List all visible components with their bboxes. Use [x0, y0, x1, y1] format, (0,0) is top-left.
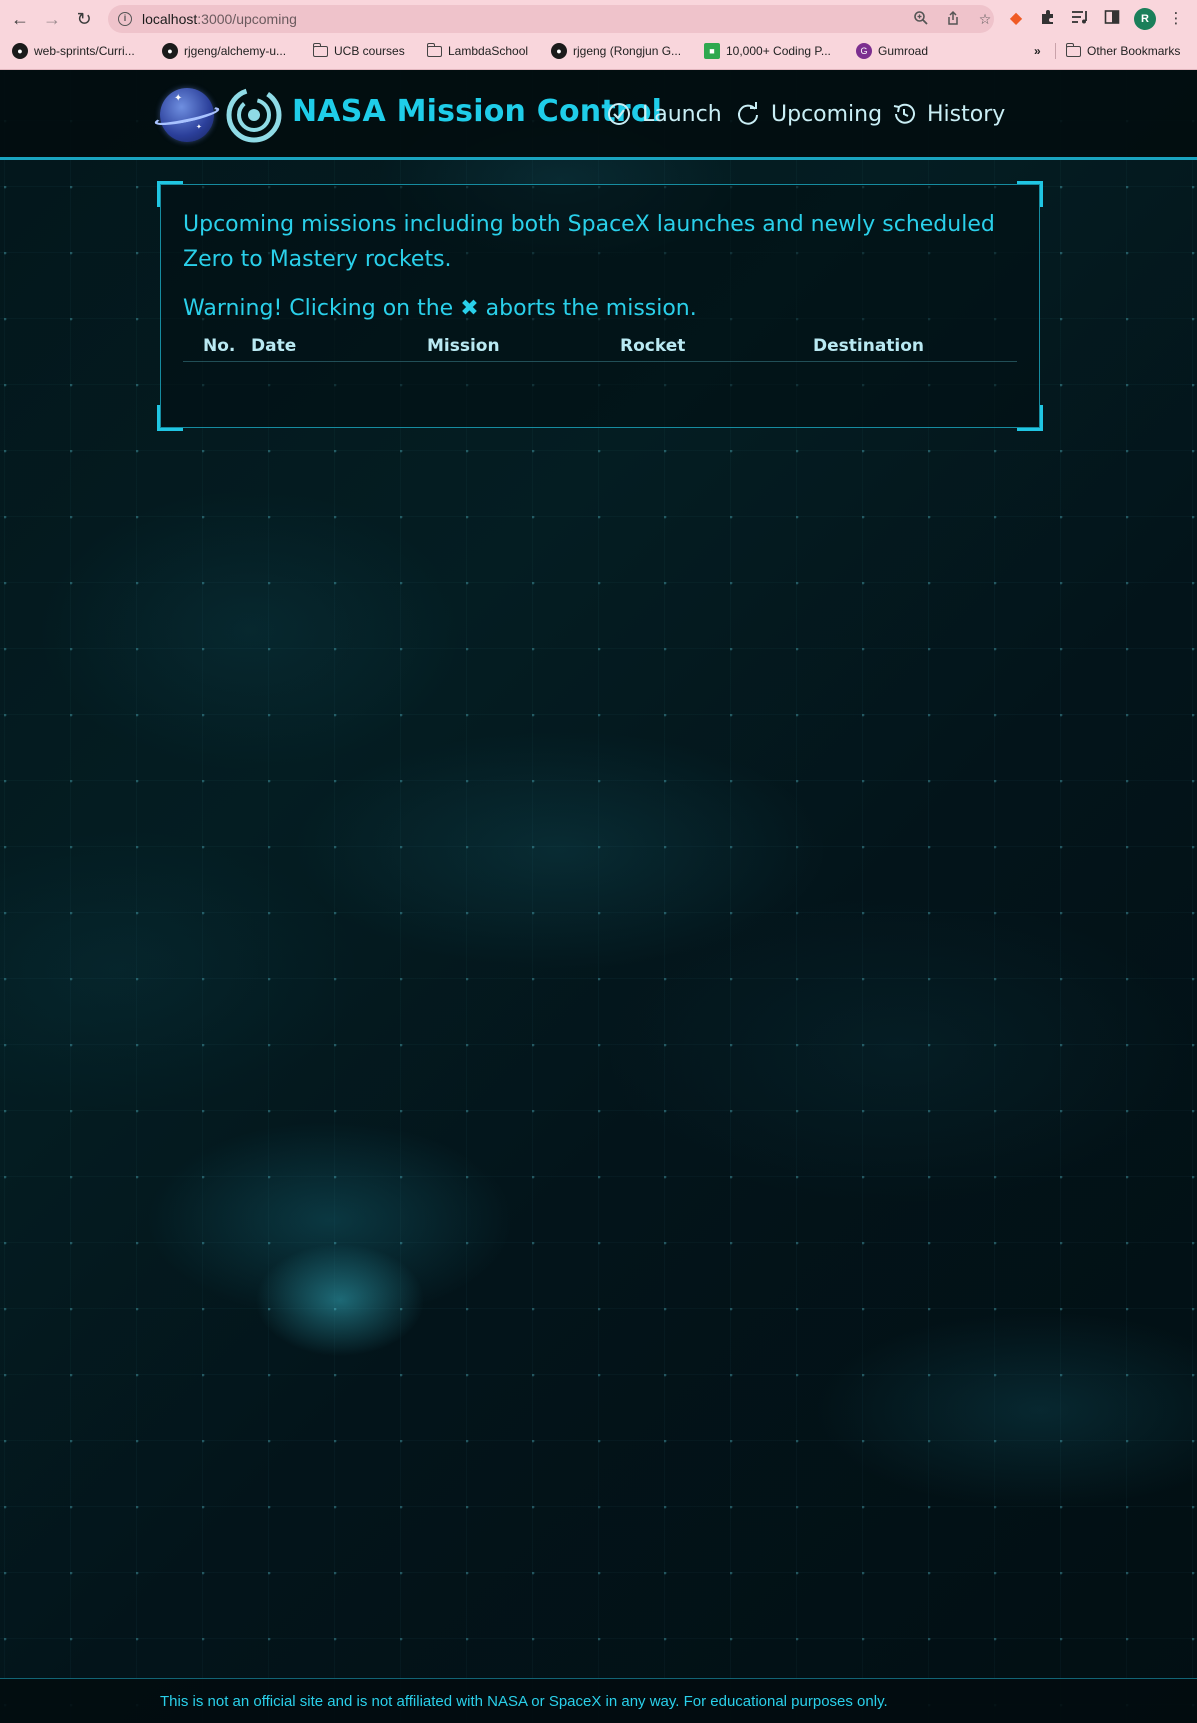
history-icon [893, 103, 915, 124]
bookmarks-overflow-button[interactable]: » [1034, 42, 1041, 60]
bookmark-label: Gumroad [878, 44, 929, 58]
site-footer: This is not an official site and is not … [0, 1678, 1197, 1723]
forward-icon[interactable]: → [40, 7, 64, 31]
folder-icon [312, 42, 328, 57]
bookmark-label: LambdaSchool [448, 44, 529, 58]
other-bookmarks-label: Other Bookmarks [1087, 44, 1181, 58]
url-host: localhost [142, 11, 198, 27]
nav-launch-label: Launch [642, 101, 722, 127]
nav-history-label: History [927, 101, 1006, 127]
extensions-puzzle-icon[interactable] [1038, 9, 1058, 29]
github-icon: ● [551, 43, 567, 59]
bookmark-item[interactable]: ● web-sprints/Curri... [12, 42, 135, 60]
other-bookmarks-button[interactable]: Other Bookmarks [1065, 42, 1181, 60]
reload-icon[interactable]: ↻ [72, 7, 96, 31]
bookmark-item[interactable]: ■ 10,000+ Coding P... [704, 42, 831, 60]
profile-avatar[interactable]: R [1134, 8, 1156, 30]
page-viewport: ✦ ✦ NASA Mission Control Launch Upcoming [0, 70, 1197, 1723]
bookmark-star-icon[interactable]: ☆ [976, 10, 994, 28]
upcoming-missions-table: No. Date Mission Rocket Destination [183, 331, 1017, 362]
warning-suffix: aborts the mission. [485, 296, 697, 321]
target-logo-icon [226, 87, 282, 143]
bookmark-item[interactable]: ● rjgeng (Rongjun G... [551, 42, 681, 60]
nav-upcoming-link[interactable]: Upcoming [735, 96, 882, 132]
bookmark-item[interactable]: UCB courses [312, 42, 405, 60]
coding-problems-icon: ■ [704, 43, 720, 59]
planet-logo-icon: ✦ ✦ [153, 88, 221, 142]
abort-column-header [183, 331, 203, 362]
bookmark-item[interactable]: ● rjgeng/alchemy-u... [162, 42, 286, 60]
address-bar[interactable]: i localhost:3000/upcoming ☆ [108, 5, 994, 33]
bookmarks-bar: ● web-sprints/Curri... ● rjgeng/alchemy-… [0, 40, 1197, 62]
upcoming-intro-text: Upcoming missions including both SpaceX … [183, 212, 995, 272]
url-path: :3000/upcoming [197, 11, 297, 27]
bookmark-label: UCB courses [334, 44, 405, 58]
folder-icon [1065, 42, 1081, 57]
bookmark-item[interactable]: G Gumroad [856, 42, 928, 60]
bookmark-label: rjgeng/alchemy-u... [184, 44, 287, 58]
frame-corner [1017, 405, 1043, 431]
browser-toolbar: ← → ↻ i localhost:3000/upcoming ☆ ◆ R ⋮ [0, 0, 1197, 38]
github-icon: ● [12, 43, 28, 59]
check-circle-icon [608, 103, 630, 125]
warning-prefix: Warning! Clicking on the [183, 296, 454, 321]
frame-corner [157, 181, 183, 207]
column-header-mission: Mission [427, 331, 620, 362]
back-icon[interactable]: ← [8, 7, 32, 31]
brave-extension-icon[interactable]: ◆ [1006, 9, 1026, 29]
upcoming-missions-panel: Upcoming missions including both SpaceX … [157, 181, 1043, 431]
url-text[interactable]: localhost:3000/upcoming [142, 11, 297, 27]
bookmark-label: web-sprints/Curri... [34, 44, 135, 58]
menu-kebab-icon[interactable]: ⋮ [1166, 9, 1186, 29]
nav-history-link[interactable]: History [891, 96, 1005, 132]
bookmark-item[interactable]: LambdaSchool [426, 42, 529, 60]
abort-x-icon: ✖ [460, 296, 479, 321]
bookmarks-divider [1055, 43, 1056, 59]
zoom-icon[interactable] [912, 10, 930, 28]
frame-corner [1017, 181, 1043, 207]
table-header-row: No. Date Mission Rocket Destination [183, 331, 1017, 362]
folder-icon [426, 42, 442, 57]
column-header-rocket: Rocket [620, 331, 813, 362]
reading-list-icon[interactable] [1070, 9, 1090, 29]
footer-disclaimer: This is not an official site and is not … [160, 1693, 888, 1710]
column-header-destination: Destination [813, 331, 1017, 362]
bookmark-label: 10,000+ Coding P... [726, 44, 831, 58]
side-panel-icon[interactable] [1102, 9, 1122, 29]
column-header-no: No. [203, 331, 251, 362]
column-header-date: Date [251, 331, 427, 362]
gumroad-icon: G [856, 43, 872, 59]
frame-corner [157, 405, 183, 431]
site-header: ✦ ✦ NASA Mission Control Launch Upcoming [0, 70, 1197, 160]
nav-upcoming-label: Upcoming [771, 101, 883, 127]
github-icon: ● [162, 43, 178, 59]
nav-launch-link[interactable]: Launch [606, 96, 722, 132]
refresh-icon [738, 102, 758, 125]
abort-warning-text: Warning! Clicking on the ✖ aborts the mi… [183, 296, 697, 321]
site-info-icon[interactable]: i [118, 12, 132, 26]
bookmark-label: rjgeng (Rongjun G... [573, 44, 682, 58]
browser-chrome: ← → ↻ i localhost:3000/upcoming ☆ ◆ R ⋮ … [0, 0, 1197, 70]
share-icon[interactable] [944, 10, 962, 28]
